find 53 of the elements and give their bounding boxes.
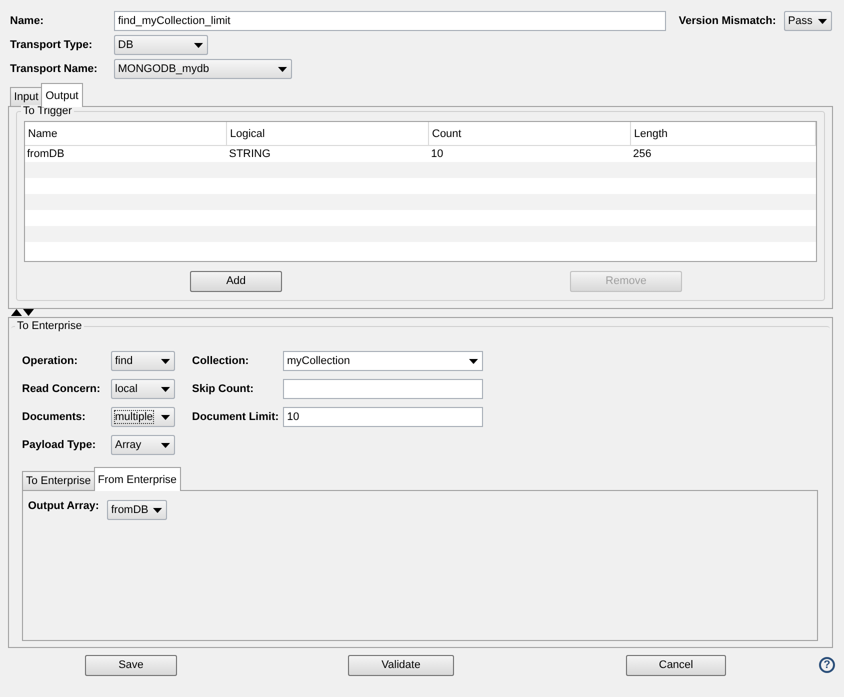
- column-header: Count: [429, 122, 631, 145]
- field-label: Document Limit:: [192, 411, 280, 423]
- field-label: Payload Type:: [22, 439, 97, 451]
- caret-icon: [278, 66, 287, 72]
- caret-icon: [161, 386, 170, 392]
- caret-icon: [469, 358, 478, 364]
- group-title: To Trigger: [21, 105, 74, 117]
- dropdown[interactable]: local: [111, 379, 175, 399]
- field-label: Read Concern:: [22, 383, 102, 395]
- collection-dropdown[interactable]: myCollection: [283, 351, 483, 371]
- version-mismatch-dropdown[interactable]: Pass: [784, 11, 832, 31]
- tab[interactable]: Input: [10, 87, 42, 107]
- footer-button[interactable]: Save: [85, 654, 177, 676]
- column-header: Logical: [227, 122, 429, 145]
- column-header: Length: [631, 122, 816, 145]
- footer-button[interactable]: Validate: [348, 654, 454, 676]
- dropdown[interactable]: find: [111, 351, 175, 371]
- field-label: Operation:: [22, 355, 79, 367]
- caret-icon: [161, 414, 170, 420]
- field-label: Version Mismatch:: [678, 15, 776, 27]
- output-array-dropdown[interactable]: fromDB: [107, 500, 168, 520]
- table-cell-text: STRING: [228, 147, 272, 162]
- column-header: Name: [25, 122, 227, 145]
- input-field[interactable]: [283, 379, 483, 399]
- field-label: Name:: [10, 15, 45, 27]
- transport-type-dropdown[interactable]: DB: [114, 35, 208, 55]
- caret-icon: [153, 508, 162, 512]
- field-label: Transport Name:: [10, 63, 98, 75]
- input-field[interactable]: 10: [283, 407, 483, 427]
- dropdown[interactable]: multiple: [111, 407, 175, 427]
- field-label: Transport Type:: [10, 39, 94, 51]
- help-icon[interactable]: ?: [819, 657, 835, 673]
- tab[interactable]: Output: [41, 83, 82, 107]
- field-label: Documents:: [22, 411, 87, 423]
- transport-name-dropdown[interactable]: MONGODB_mydb: [114, 59, 292, 79]
- table-cell-text: 256: [632, 147, 652, 162]
- field-label: Skip Count:: [192, 383, 255, 395]
- table-cell-text: 10: [430, 147, 444, 162]
- caret-icon: [818, 18, 827, 24]
- caret-icon: [161, 358, 170, 364]
- table-button[interactable]: Add: [190, 270, 282, 292]
- tab[interactable]: From Enterprise: [94, 467, 181, 491]
- field-label: Output Array:: [28, 500, 100, 512]
- footer-button[interactable]: Cancel: [626, 654, 726, 676]
- table-cell-text: fromDB: [26, 147, 66, 162]
- dropdown[interactable]: Array: [111, 435, 175, 455]
- tab[interactable]: To Enterprise: [22, 471, 95, 491]
- caret-icon: [161, 442, 170, 448]
- caret-icon: [194, 42, 203, 48]
- field-label: Collection:: [192, 355, 250, 367]
- name-field[interactable]: find_myCollection_limit: [114, 11, 666, 31]
- splitter-arrows-icon[interactable]: [11, 309, 34, 316]
- group-title: To Enterprise: [15, 320, 84, 332]
